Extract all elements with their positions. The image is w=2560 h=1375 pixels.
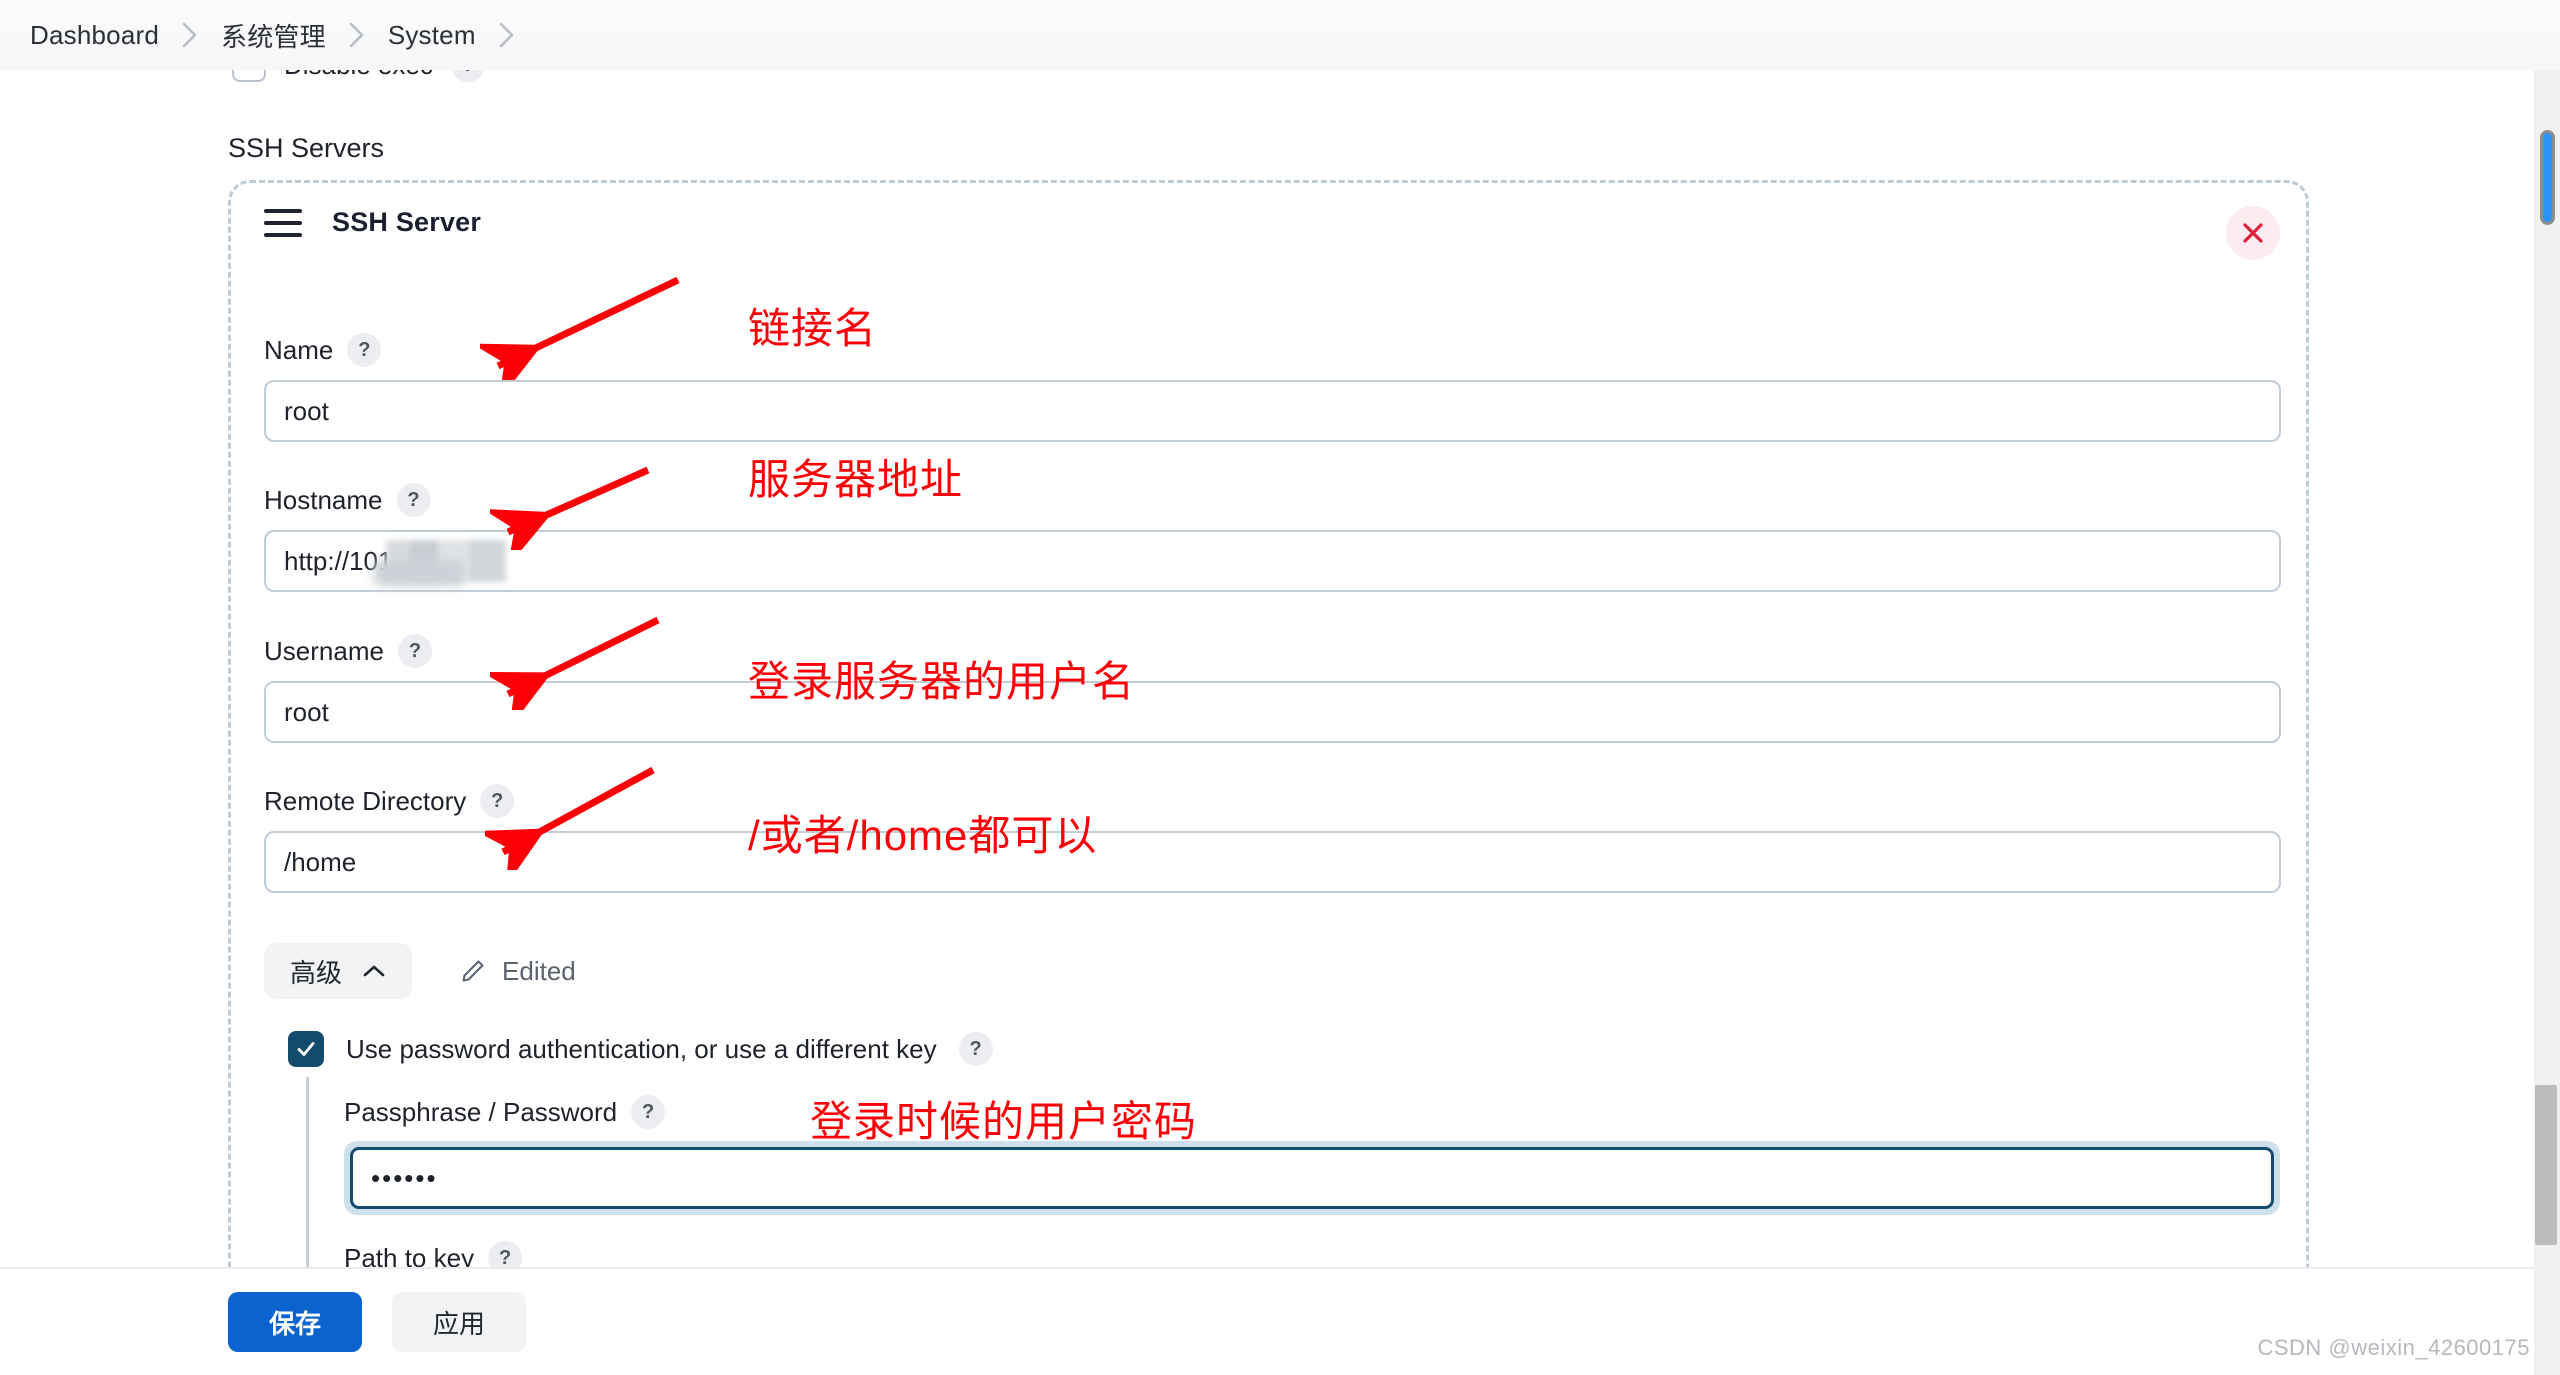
field-username: Username ? bbox=[264, 634, 2281, 743]
hostname-input[interactable] bbox=[264, 530, 2281, 592]
edited-indicator: Edited bbox=[460, 956, 576, 987]
use-password-auth-row[interactable]: Use password authentication, or use a di… bbox=[288, 1031, 2278, 1067]
advanced-toggle-label: 高级 bbox=[290, 957, 343, 988]
field-remote-directory: Remote Directory ? bbox=[264, 784, 2281, 893]
use-password-auth-label: Use password authentication, or use a di… bbox=[346, 1033, 937, 1064]
disable-exec-checkbox[interactable] bbox=[232, 70, 266, 82]
breadcrumb: Dashboard 系统管理 System bbox=[0, 0, 2560, 70]
advanced-toggle-button[interactable]: 高级 bbox=[264, 943, 413, 999]
chevron-right-icon bbox=[498, 21, 516, 49]
help-icon[interactable]: ? bbox=[347, 333, 382, 367]
field-remote-directory-label: Remote Directory bbox=[264, 785, 467, 816]
passphrase-focus-ring bbox=[344, 1141, 2280, 1215]
passphrase-password-input[interactable] bbox=[350, 1147, 2274, 1209]
hamburger-drag-icon[interactable] bbox=[264, 208, 302, 237]
help-icon[interactable]: ? bbox=[450, 70, 485, 82]
field-name: Name ? bbox=[264, 333, 2281, 442]
field-remote-directory-label-row: Remote Directory ? bbox=[264, 784, 2281, 818]
username-input[interactable] bbox=[264, 681, 2281, 743]
field-hostname-label-row: Hostname ? bbox=[264, 483, 2281, 517]
apply-button[interactable]: 应用 bbox=[392, 1292, 526, 1352]
help-icon[interactable]: ? bbox=[396, 483, 431, 517]
app-root: Dashboard 系统管理 System Disable exec ? SSH… bbox=[0, 0, 2560, 1375]
chevron-right-icon bbox=[348, 21, 366, 49]
field-username-label: Username bbox=[264, 635, 384, 666]
close-icon[interactable] bbox=[2226, 206, 2280, 260]
advanced-toggle-row: 高级 Edited bbox=[264, 943, 576, 999]
field-passphrase-password: Passphrase / Password ? bbox=[344, 1095, 2280, 1215]
chevron-up-icon bbox=[362, 963, 386, 979]
save-button[interactable]: 保存 bbox=[228, 1292, 362, 1352]
field-hostname-label: Hostname bbox=[264, 484, 383, 515]
name-input[interactable] bbox=[264, 380, 2281, 442]
footer-action-bar: 保存 应用 bbox=[0, 1267, 2560, 1375]
edited-label: Edited bbox=[502, 955, 576, 986]
advanced-panel: Use password authentication, or use a di… bbox=[288, 1031, 2280, 1298]
hostname-input-wrapper bbox=[264, 530, 2281, 592]
help-icon[interactable]: ? bbox=[958, 1032, 993, 1066]
field-hostname: Hostname ? bbox=[264, 483, 2281, 592]
help-icon[interactable]: ? bbox=[397, 634, 432, 668]
chevron-right-icon bbox=[181, 21, 199, 49]
breadcrumb-item-dashboard[interactable]: Dashboard bbox=[30, 20, 159, 51]
ssh-server-card-title: SSH Server bbox=[332, 207, 482, 237]
pencil-icon bbox=[460, 958, 486, 984]
field-name-label-row: Name ? bbox=[264, 333, 2281, 367]
field-name-label: Name bbox=[264, 334, 334, 365]
disable-exec-row[interactable]: Disable exec ? bbox=[232, 70, 485, 82]
field-passphrase-label: Passphrase / Password bbox=[344, 1096, 618, 1127]
breadcrumb-item-system-management[interactable]: 系统管理 bbox=[221, 17, 326, 54]
settings-scroll-viewport[interactable]: Disable exec ? SSH Servers SSH Server Na… bbox=[0, 70, 2560, 1298]
section-title-ssh-servers: SSH Servers bbox=[228, 133, 385, 163]
remote-directory-input[interactable] bbox=[264, 831, 2281, 893]
watermark: CSDN @weixin_42600175 bbox=[2257, 1335, 2530, 1360]
vertical-scrollbar-thumb-active[interactable] bbox=[2540, 130, 2555, 225]
field-username-label-row: Username ? bbox=[264, 634, 2281, 668]
ssh-server-card-header: SSH Server bbox=[264, 207, 481, 238]
help-icon[interactable]: ? bbox=[631, 1095, 666, 1129]
advanced-sub-fields: Passphrase / Password ? Path to key ? bbox=[306, 1077, 2280, 1298]
breadcrumb-item-system[interactable]: System bbox=[388, 20, 476, 51]
ssh-server-card: SSH Server Name ? Hostname ? bbox=[228, 180, 2309, 1298]
use-password-auth-checkbox[interactable] bbox=[288, 1031, 324, 1067]
vertical-scrollbar-thumb[interactable] bbox=[2535, 1085, 2557, 1245]
field-passphrase-label-row: Passphrase / Password ? bbox=[344, 1095, 2278, 1129]
disable-exec-label: Disable exec bbox=[284, 70, 433, 81]
help-icon[interactable]: ? bbox=[480, 784, 515, 818]
